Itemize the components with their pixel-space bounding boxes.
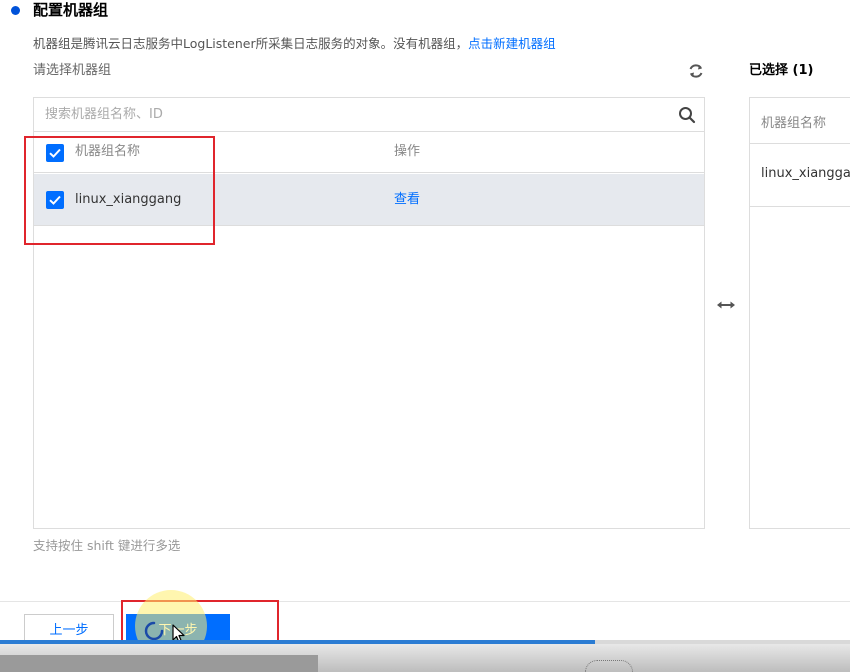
refresh-icon[interactable] xyxy=(686,61,706,81)
column-header-name: 机器组名称 xyxy=(75,144,141,159)
row-view-link[interactable]: 查看 xyxy=(394,191,420,209)
selected-list-item[interactable]: linux_xianggang xyxy=(750,145,850,207)
checkmark-icon xyxy=(49,195,61,205)
selected-group-name: linux_xianggang xyxy=(761,166,850,181)
table-header: 机器组名称 操作 xyxy=(34,132,704,173)
select-all-checkbox[interactable] xyxy=(46,144,64,162)
select-machine-group-label: 请选择机器组 xyxy=(33,63,112,78)
section-bullet xyxy=(11,6,20,15)
search-icon[interactable] xyxy=(678,106,696,124)
section-title: 配置机器组 xyxy=(33,1,109,19)
selected-groups-panel: 机器组名称 linux_xianggang xyxy=(749,97,850,529)
table-row[interactable]: linux_xianggang 查看 xyxy=(34,174,704,226)
transfer-arrows-icon xyxy=(717,301,735,309)
taskbar-loading-indicator xyxy=(585,660,633,672)
available-groups-panel: 机器组名称 操作 linux_xianggang 查看 xyxy=(33,97,705,529)
column-header-action: 操作 xyxy=(394,144,421,159)
selected-table-header: 机器组名称 xyxy=(750,98,850,144)
checkmark-icon xyxy=(49,148,61,158)
multi-select-hint: 支持按住 shift 键进行多选 xyxy=(33,538,181,553)
selected-count-title: 已选择 (1) xyxy=(749,63,814,78)
row-checkbox[interactable] xyxy=(46,191,64,209)
selected-column-name: 机器组名称 xyxy=(761,116,827,131)
footer-divider xyxy=(0,601,850,602)
row-group-name: linux_xianggang xyxy=(75,192,182,207)
taskbar-scroll-handle[interactable] xyxy=(0,655,318,672)
search-input[interactable] xyxy=(34,98,664,131)
section-description: 机器组是腾讯云日志服务中LogListener所采集日志服务的对象。没有机器组，… xyxy=(33,35,556,53)
search-box xyxy=(34,98,704,132)
create-machine-group-link[interactable]: 点击新建机器组 xyxy=(468,36,556,51)
loading-spinner-icon xyxy=(144,621,164,641)
description-text: 机器组是腾讯云日志服务中LogListener所采集日志服务的对象。没有机器组， xyxy=(33,36,469,51)
